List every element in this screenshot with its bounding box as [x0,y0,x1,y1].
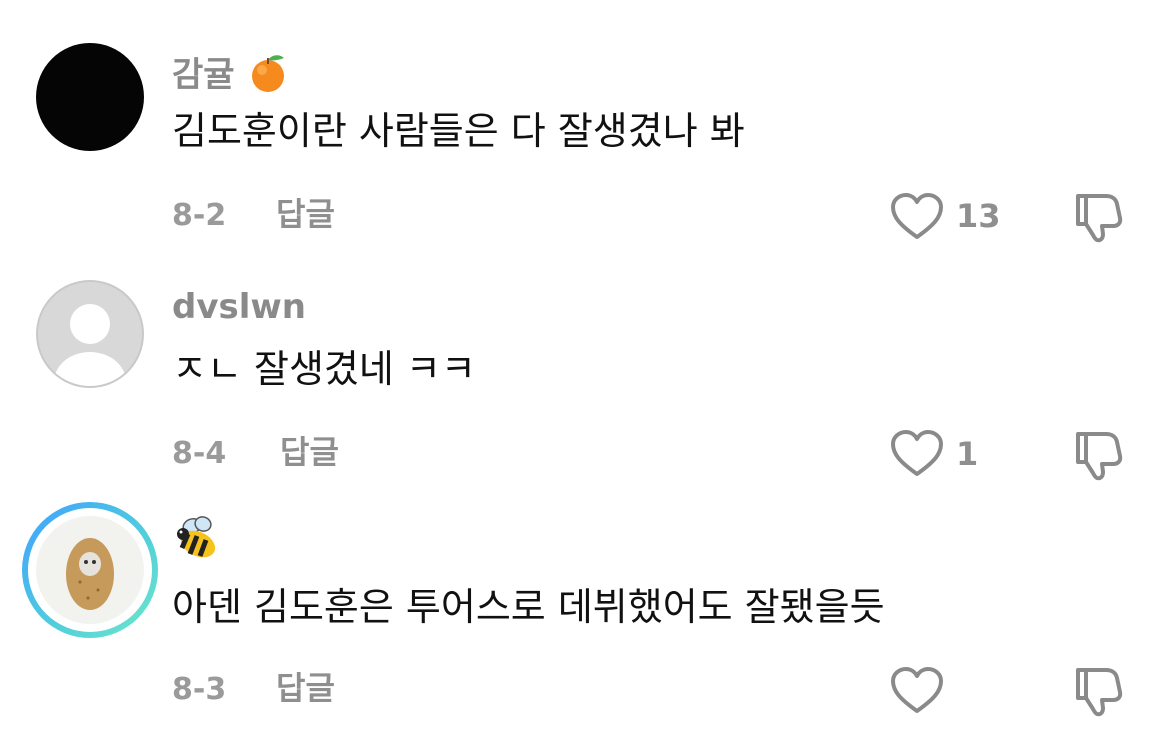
comment-username[interactable]: dvslwn [172,287,306,327]
username-text: 감귤 [172,55,235,95]
comment-item: 아덴 김도훈은 투어스로 데뷔했어도 잘됐을듯 8-3 답글 [0,490,1170,733]
comment-date: 8-4 [172,436,227,471]
comment-item: 감귤 김도훈이란 사람들은 다 잘생겼나 봐 8-2 답글 13 [0,0,1170,260]
reply-button[interactable]: 답글 [276,670,335,706]
potato-cat-icon [66,538,114,610]
reply-button[interactable]: 답글 [280,434,339,470]
comment-text: 아덴 김도훈은 투어스로 데뷔했어도 잘됐을듯 [172,585,885,629]
dislike-icon[interactable] [1072,664,1126,718]
avatar-photo [36,516,144,624]
avatar-ring-inner [28,508,152,632]
comment-username[interactable] [172,512,224,571]
avatar[interactable] [36,280,144,388]
comment-text: ㅈㄴ 잘생겼네 ㅋㅋ [172,347,476,391]
dislike-icon[interactable] [1072,428,1126,482]
tangerine-icon [246,50,290,103]
bee-icon [172,512,224,571]
avatar[interactable] [22,502,158,638]
dislike-icon[interactable] [1072,190,1126,244]
comment-text: 김도훈이란 사람들은 다 잘생겼나 봐 [172,109,745,153]
default-avatar-icon [54,304,126,386]
comment-username[interactable]: 감귤 [172,50,290,103]
comment-item: dvslwn ㅈㄴ 잘생겼네 ㅋㅋ 8-4 답글 1 [0,260,1170,490]
comment-date: 8-3 [172,672,227,707]
comment-date: 8-2 [172,198,227,233]
heart-icon[interactable] [890,430,944,478]
avatar[interactable] [36,43,144,151]
heart-icon[interactable] [890,193,944,241]
like-count: 13 [956,197,1001,235]
reply-button[interactable]: 답글 [276,196,335,232]
heart-icon[interactable] [890,667,944,715]
like-count: 1 [956,435,979,473]
